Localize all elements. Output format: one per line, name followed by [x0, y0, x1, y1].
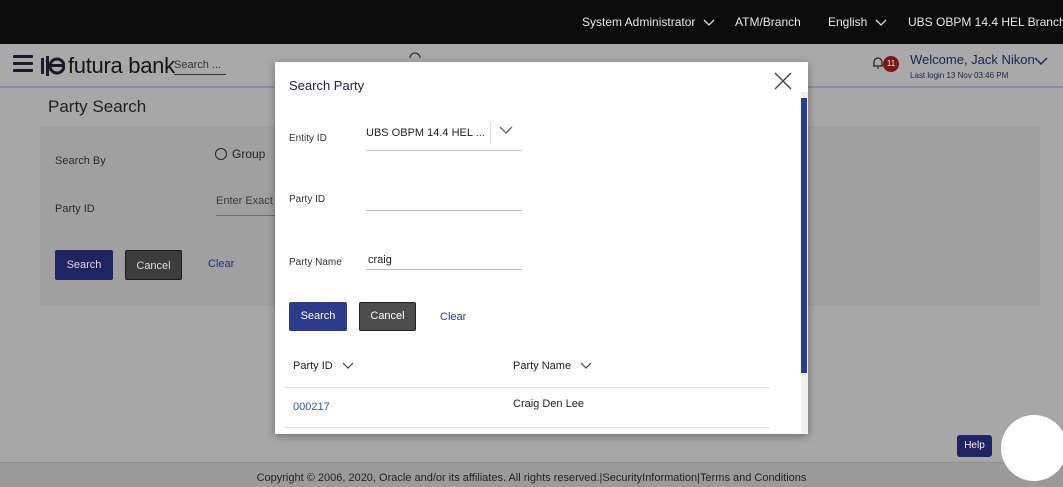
party-id-input[interactable]	[366, 191, 522, 211]
menu-icon[interactable]	[13, 55, 33, 73]
header-search-input[interactable]: Search ...	[174, 59, 226, 75]
party-name-label: Party Name	[289, 257, 342, 268]
footer-copyright: Copyright © 2006, 2020, Oracle and/or it…	[256, 472, 807, 484]
notification-badge: 11	[883, 56, 899, 72]
role-selector[interactable]: System Administrator	[582, 15, 715, 29]
column-header-party-id[interactable]: Party ID	[293, 360, 354, 372]
modal-title: Search Party	[289, 78, 365, 93]
search-button[interactable]: Search	[289, 302, 347, 331]
role-label: System Administrator	[582, 15, 696, 29]
party-name-cell: Craig Den Lee	[513, 398, 584, 410]
party-id-input[interactable]: Enter Exact	[216, 195, 276, 216]
entity-id-select[interactable]: UBS OBPM 14.4 HEL ...	[366, 119, 522, 151]
language-selector[interactable]: English	[828, 15, 887, 29]
footer: Copyright © 2006, 2020, Oracle and/or it…	[0, 462, 1063, 487]
bank-logo-icon	[41, 56, 65, 76]
top-bar: System Administrator ATM/Branch English …	[0, 0, 1063, 44]
brand-name: futura bank	[68, 53, 175, 78]
select-separator	[490, 122, 491, 144]
cancel-button[interactable]: Cancel	[359, 302, 416, 331]
entity-selector[interactable]: UBS OBPM 14.4 HEL Branch	[908, 15, 1063, 29]
entity-label: UBS OBPM 14.4 HEL Branch	[908, 15, 1063, 29]
party-id-label: Party ID	[55, 203, 95, 215]
clear-link[interactable]: Clear	[208, 258, 234, 270]
search-party-modal: Search Party Entity ID UBS OBPM 14.4 HEL…	[275, 62, 808, 434]
page-title: Party Search	[48, 97, 147, 116]
close-icon[interactable]	[772, 70, 794, 92]
chevron-down-icon[interactable]	[1034, 57, 1048, 66]
party-id-label: Party ID	[289, 194, 326, 205]
location-link[interactable]: ATM/Branch	[735, 15, 801, 29]
group-radio[interactable]	[215, 148, 227, 160]
search-icon[interactable]	[408, 49, 422, 59]
last-login-text: Last login 13 Nov 03:46 PM	[910, 71, 1009, 80]
column-label: Party Name	[513, 360, 572, 372]
table-header-divider	[284, 387, 770, 388]
group-radio-label: Group	[232, 147, 266, 161]
entity-id-value: UBS OBPM 14.4 HEL ...	[366, 127, 485, 139]
chevron-down-icon	[703, 19, 715, 26]
column-label: Party ID	[293, 360, 333, 372]
language-label: English	[828, 15, 868, 29]
column-header-party-name[interactable]: Party Name	[513, 360, 592, 372]
scrollbar-thumb[interactable]	[801, 98, 807, 373]
help-button[interactable]: Help	[957, 435, 992, 457]
chat-launcher[interactable]	[1001, 415, 1063, 481]
cancel-button[interactable]: Cancel	[125, 250, 182, 280]
entity-id-label: Entity ID	[289, 133, 327, 144]
chevron-down-icon	[580, 362, 592, 369]
chevron-down-icon	[342, 362, 354, 369]
clear-link[interactable]: Clear	[440, 311, 466, 323]
party-name-input[interactable]	[366, 250, 522, 270]
welcome-text[interactable]: Welcome, Jack Nikon	[910, 52, 1035, 67]
search-by-label: Search By	[55, 155, 106, 167]
chevron-down-icon	[499, 126, 513, 134]
search-button[interactable]: Search	[55, 250, 113, 280]
chevron-down-icon	[875, 19, 887, 26]
table-row-divider	[284, 427, 770, 428]
party-id-link[interactable]: 000217	[293, 401, 330, 413]
